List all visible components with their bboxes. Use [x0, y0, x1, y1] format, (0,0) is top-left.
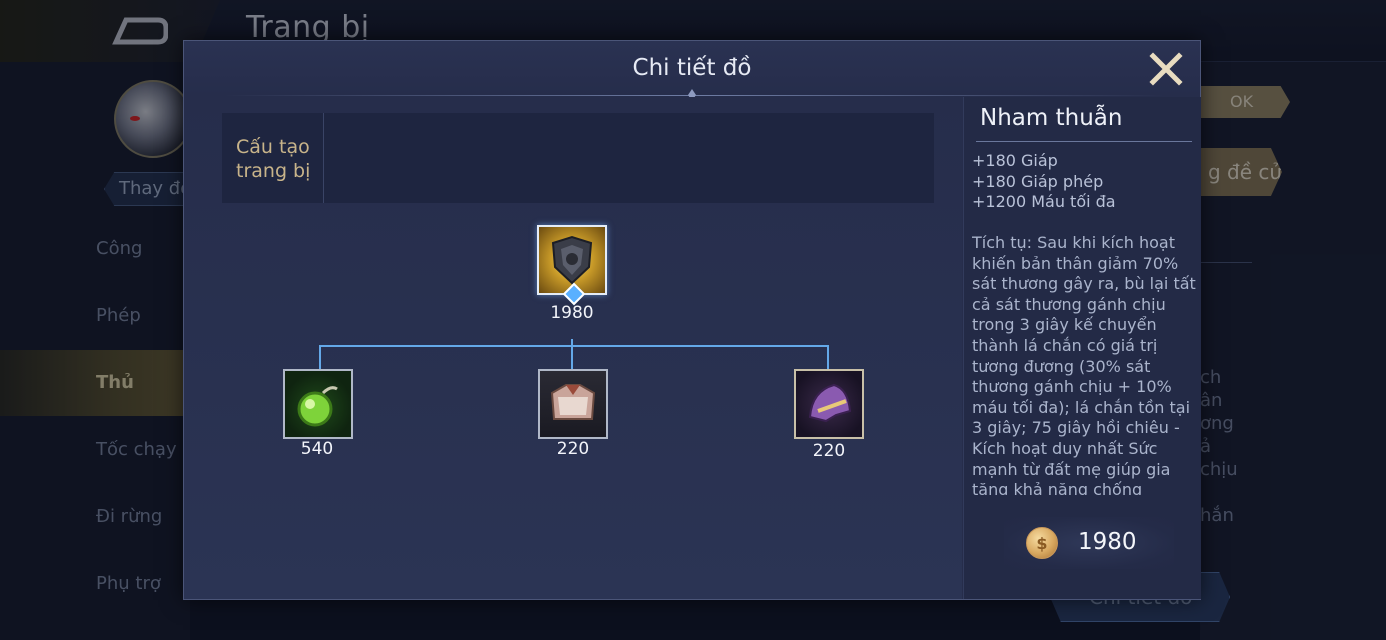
- item-info-panel: Nham thuẫn +180 Giáp +180 Giáp phép +120…: [963, 97, 1201, 599]
- gold-coin-icon: $: [1026, 527, 1058, 559]
- stat-line: +180 Giáp: [972, 151, 1058, 170]
- item-detail-modal: Chi tiết đồ Cấu tạo trang bị 1980 540 22…: [183, 40, 1201, 600]
- tree-connector: [319, 345, 829, 347]
- item-stats: +180 Giáp +180 Giáp phép +1200 Máu tối đ…: [972, 151, 1196, 213]
- root-item-price: 1980: [550, 303, 594, 323]
- stat-line: +180 Giáp phép: [972, 171, 1104, 191]
- item-description[interactable]: Tích tụ: Sau khi kích hoạt khiến bản thâ…: [972, 233, 1198, 495]
- child-item-price: 220: [812, 441, 846, 461]
- item-price: 1980: [1078, 529, 1137, 555]
- leather-armor-icon[interactable]: [538, 369, 608, 439]
- stone-shield-icon[interactable]: [537, 225, 607, 295]
- item-name: Nham thuẫn: [980, 105, 1123, 131]
- tree-connector: [319, 345, 321, 369]
- name-underline: [976, 141, 1192, 142]
- close-button[interactable]: [1148, 51, 1184, 87]
- child-item-price: 220: [556, 439, 590, 459]
- build-components-box: Cấu tạo trang bị: [222, 113, 934, 203]
- build-label-cell: Cấu tạo trang bị: [222, 113, 324, 203]
- child-item-price: 540: [300, 439, 334, 459]
- modal-title: Chi tiết đồ: [632, 55, 752, 81]
- green-potion-orb-icon[interactable]: [283, 369, 353, 439]
- modal-header: Chi tiết đồ: [184, 41, 1200, 95]
- price-bar: $ 1980: [1004, 517, 1174, 569]
- stat-line: +1200 Máu tối đa: [972, 192, 1116, 211]
- purple-helmet-icon[interactable]: [794, 369, 864, 439]
- tree-connector: [571, 345, 573, 369]
- build-label: Cấu tạo trang bị: [236, 136, 311, 182]
- build-tree-area: Cấu tạo trang bị 1980 540 220 220: [184, 97, 962, 599]
- tree-connector: [827, 345, 829, 369]
- close-icon: [1149, 52, 1183, 86]
